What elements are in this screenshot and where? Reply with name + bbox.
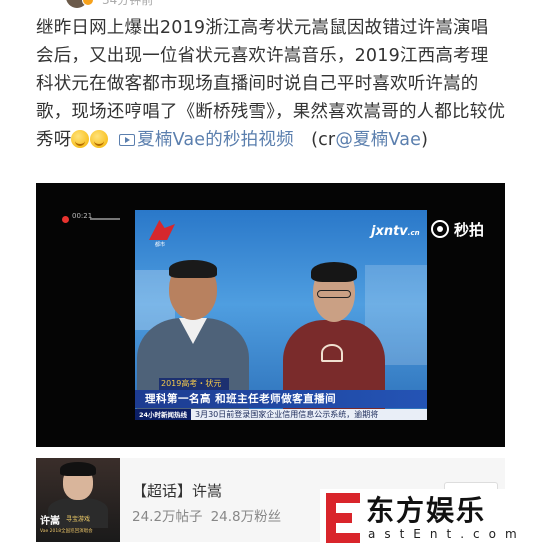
news-scroll-text: 3月30日前登录国家企业信用信息公示系统，逾期将	[191, 409, 427, 420]
channel-logo-left: 都市	[149, 220, 175, 248]
credit-prefix: (cr	[311, 130, 336, 150]
channel-logo-right: jxntv.cn	[371, 224, 420, 239]
credit-user-link[interactable]: @夏楠Vae	[335, 130, 421, 150]
topic-title: 【超话】许嵩	[132, 482, 223, 500]
site-name: 东方娱乐	[366, 494, 487, 527]
topic-stats: 24.2万帖子 24.8万粉丝	[132, 505, 281, 525]
caption-headline: 理科第一名高 和班主任老师做客直播间	[135, 390, 427, 408]
video-link[interactable]: 夏楠Vae的秒拍视频	[115, 130, 294, 150]
video-link-icon	[119, 134, 136, 146]
news-ticker: 24小时新闻热线 3月30日前登录国家企业信用信息公示系统，逾期将	[135, 409, 427, 420]
site-watermark-logo: 东方娱乐 astEnt.com	[320, 489, 538, 549]
video-frame: 都市 jxntv.cn 2019高考・状元 理科第一名高 和班主任老师做客直播间…	[135, 210, 427, 420]
news-hotline-tag: 24小时新闻热线	[135, 409, 189, 420]
miaopai-watermark: 秒拍	[431, 220, 484, 239]
camera-icon	[431, 220, 449, 238]
progress-bar[interactable]	[90, 218, 120, 220]
site-domain: astEnt.com	[368, 527, 526, 541]
fan-count: 24.8万粉丝	[210, 509, 282, 525]
channel-logo-icon	[149, 220, 175, 240]
post-time: 34分钟前	[102, 0, 154, 7]
post-body: 继昨日网上爆出2019浙江高考状元嵩鼠因故错过许嵩演唱会后，又出现一位省状元喜欢…	[36, 14, 506, 154]
caption-label: 2019高考・状元	[159, 378, 229, 390]
previous-post-header: 34分钟前	[0, 0, 540, 10]
video-player[interactable]: 00:21 都市 jxntv.cn 2019高考・状元 理科第一名高 和班主任老…	[36, 183, 505, 447]
laughing-emoji-icon	[71, 130, 90, 148]
brand-e-icon	[326, 493, 364, 543]
laughing-emoji-icon	[90, 130, 109, 148]
credit-suffix: )	[421, 130, 429, 150]
post-count: 24.2万帖子	[132, 509, 203, 525]
topic-thumbnail: 许嵩 寻宝游戏 Vae 2018全国巡回演唱会	[36, 458, 120, 542]
recording-dot-icon	[62, 216, 69, 223]
